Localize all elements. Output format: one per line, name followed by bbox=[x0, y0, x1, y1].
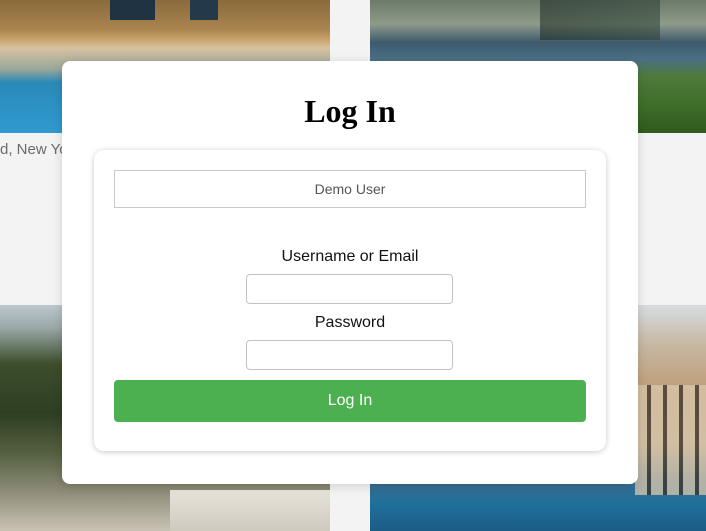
password-label: Password bbox=[314, 314, 386, 331]
login-modal: Log In Demo User Username or Email Passw… bbox=[62, 61, 638, 484]
username-label: Username or Email bbox=[281, 248, 419, 265]
page: d, New Yo Log In Demo User Username or E… bbox=[0, 0, 706, 531]
username-input[interactable] bbox=[246, 274, 453, 304]
demo-user-button[interactable]: Demo User bbox=[114, 170, 586, 208]
password-input[interactable] bbox=[246, 340, 453, 370]
login-submit-button[interactable]: Log In bbox=[114, 380, 586, 422]
modal-title: Log In bbox=[304, 93, 396, 129]
login-form: Demo User Username or Email Password Log… bbox=[94, 150, 606, 451]
